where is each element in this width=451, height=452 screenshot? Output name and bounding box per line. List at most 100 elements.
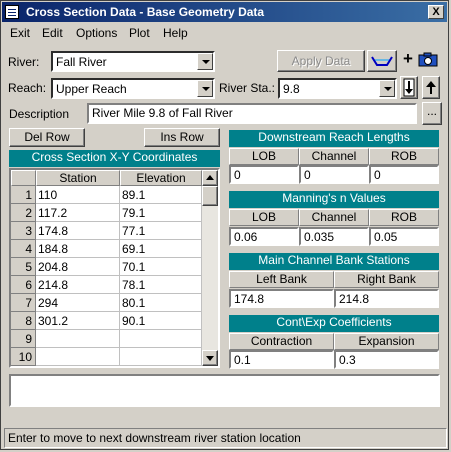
- mannings-channel-header: Channel: [299, 209, 369, 226]
- station-cell[interactable]: [36, 348, 120, 366]
- river-select[interactable]: Fall River: [51, 51, 215, 72]
- status-bar: Enter to move to next downstream river s…: [4, 428, 447, 448]
- row-number[interactable]: 2: [11, 204, 36, 222]
- bank-title: Main Channel Bank Stations: [229, 253, 439, 270]
- next-up-button[interactable]: [422, 76, 440, 99]
- elevation-cell[interactable]: 77.1: [120, 222, 202, 240]
- menu-exit[interactable]: Exit: [10, 26, 30, 40]
- mannings-lob-field[interactable]: 0.06: [229, 227, 299, 246]
- station-cell[interactable]: 184.8: [36, 240, 120, 258]
- row-number[interactable]: 9: [11, 330, 36, 348]
- elevation-cell[interactable]: 79.1: [120, 204, 202, 222]
- station-cell[interactable]: 294: [36, 294, 120, 312]
- next-down-button[interactable]: [400, 76, 418, 99]
- ins-row-button[interactable]: Ins Row: [144, 128, 220, 147]
- right-bank-field[interactable]: 214.8: [334, 289, 439, 308]
- cross-section-window: Cross Section Data - Base Geometry Data …: [0, 0, 449, 450]
- elevation-cell[interactable]: 78.1: [120, 276, 202, 294]
- river-value: Fall River: [56, 55, 107, 69]
- coeff-title: Cont\Exp Coefficients: [229, 315, 439, 332]
- close-button[interactable]: X: [428, 5, 444, 19]
- description-label: Description: [9, 107, 70, 121]
- station-cell[interactable]: 301.2: [36, 312, 120, 330]
- downstream-rob-header: ROB: [369, 148, 439, 165]
- contraction-header: Contraction: [229, 333, 334, 350]
- station-cell[interactable]: 204.8: [36, 258, 120, 276]
- river-label: River:: [8, 55, 40, 69]
- mannings-channel-field[interactable]: 0.035: [299, 227, 369, 246]
- downstream-title: Downstream Reach Lengths: [229, 130, 439, 147]
- elevation-cell[interactable]: 70.1: [120, 258, 202, 276]
- mannings-rob-field[interactable]: 0.05: [369, 227, 439, 246]
- chevron-down-icon[interactable]: [379, 80, 395, 97]
- chevron-down-icon[interactable]: [197, 80, 213, 97]
- station-cell[interactable]: 117.2: [36, 204, 120, 222]
- app-icon: [5, 5, 19, 19]
- left-bank-field[interactable]: 174.8: [229, 289, 334, 308]
- elevation-cell[interactable]: [120, 330, 202, 348]
- left-bank-header: Left Bank: [229, 271, 334, 288]
- expansion-field[interactable]: 0.3: [334, 350, 439, 369]
- reach-label: Reach:: [8, 81, 47, 95]
- xy-table-title: Cross Section X-Y Coordinates: [9, 150, 220, 167]
- plus-icon[interactable]: +: [403, 49, 413, 69]
- downstream-lob-field[interactable]: 0: [229, 165, 299, 184]
- scroll-up-button[interactable]: [202, 170, 218, 186]
- cross-section-icon: [371, 56, 393, 66]
- del-row-button[interactable]: Del Row: [9, 128, 85, 147]
- xy-table[interactable]: Station Elevation 1 110 89.1 2 117.2 79.1 3 174…: [9, 168, 220, 368]
- vertical-scrollbar[interactable]: [202, 170, 218, 366]
- station-cell[interactable]: 214.8: [36, 276, 120, 294]
- scroll-thumb[interactable]: [202, 186, 218, 206]
- description-field[interactable]: River Mile 9.8 of Fall River: [87, 103, 417, 124]
- reach-select[interactable]: Upper Reach: [51, 78, 215, 99]
- window-title: Cross Section Data - Base Geometry Data: [26, 5, 265, 19]
- scroll-up-icon: [206, 175, 214, 180]
- description-more-button[interactable]: ...: [422, 102, 442, 125]
- contraction-field[interactable]: 0.1: [229, 350, 334, 369]
- row-number[interactable]: 6: [11, 276, 36, 294]
- menu-plot[interactable]: Plot: [129, 26, 150, 40]
- row-number[interactable]: 8: [11, 312, 36, 330]
- right-bank-header: Right Bank: [334, 271, 439, 288]
- scroll-down-button[interactable]: [202, 350, 218, 366]
- row-number[interactable]: 7: [11, 294, 36, 312]
- mannings-rob-header: ROB: [369, 209, 439, 226]
- downstream-channel-header: Channel: [299, 148, 369, 165]
- arrow-down-icon: [403, 78, 415, 97]
- menu-options[interactable]: Options: [76, 26, 117, 40]
- river-sta-value: 9.8: [283, 82, 300, 96]
- title-bar: Cross Section Data - Base Geometry Data …: [2, 2, 447, 22]
- plot-xs-button[interactable]: [367, 50, 397, 72]
- elevation-cell[interactable]: 80.1: [120, 294, 202, 312]
- col-header-station: Station: [36, 170, 120, 186]
- mannings-lob-header: LOB: [229, 209, 299, 226]
- notes-area[interactable]: [9, 374, 440, 407]
- arrow-up-icon: [426, 81, 436, 94]
- menu-edit[interactable]: Edit: [42, 26, 63, 40]
- col-header-elevation: Elevation: [120, 170, 202, 186]
- reach-value: Upper Reach: [56, 82, 127, 96]
- station-cell[interactable]: 110: [36, 186, 120, 204]
- camera-icon[interactable]: [418, 52, 438, 67]
- scroll-down-icon: [206, 356, 214, 361]
- downstream-channel-field[interactable]: 0: [299, 165, 369, 184]
- row-number[interactable]: 5: [11, 258, 36, 276]
- downstream-rob-field[interactable]: 0: [369, 165, 439, 184]
- elevation-cell[interactable]: 89.1: [120, 186, 202, 204]
- row-number[interactable]: 10: [11, 348, 36, 366]
- elevation-cell[interactable]: 90.1: [120, 312, 202, 330]
- river-sta-select[interactable]: 9.8: [278, 78, 397, 99]
- apply-data-button[interactable]: Apply Data: [277, 50, 365, 72]
- row-number[interactable]: 1: [11, 186, 36, 204]
- row-number[interactable]: 4: [11, 240, 36, 258]
- corner-cell: [11, 170, 36, 186]
- station-cell[interactable]: [36, 330, 120, 348]
- menu-help[interactable]: Help: [163, 26, 188, 40]
- chevron-down-icon[interactable]: [197, 53, 213, 70]
- elevation-cell[interactable]: [120, 348, 202, 366]
- elevation-cell[interactable]: 69.1: [120, 240, 202, 258]
- row-number[interactable]: 3: [11, 222, 36, 240]
- river-sta-label: River Sta.:: [219, 81, 276, 95]
- station-cell[interactable]: 174.8: [36, 222, 120, 240]
